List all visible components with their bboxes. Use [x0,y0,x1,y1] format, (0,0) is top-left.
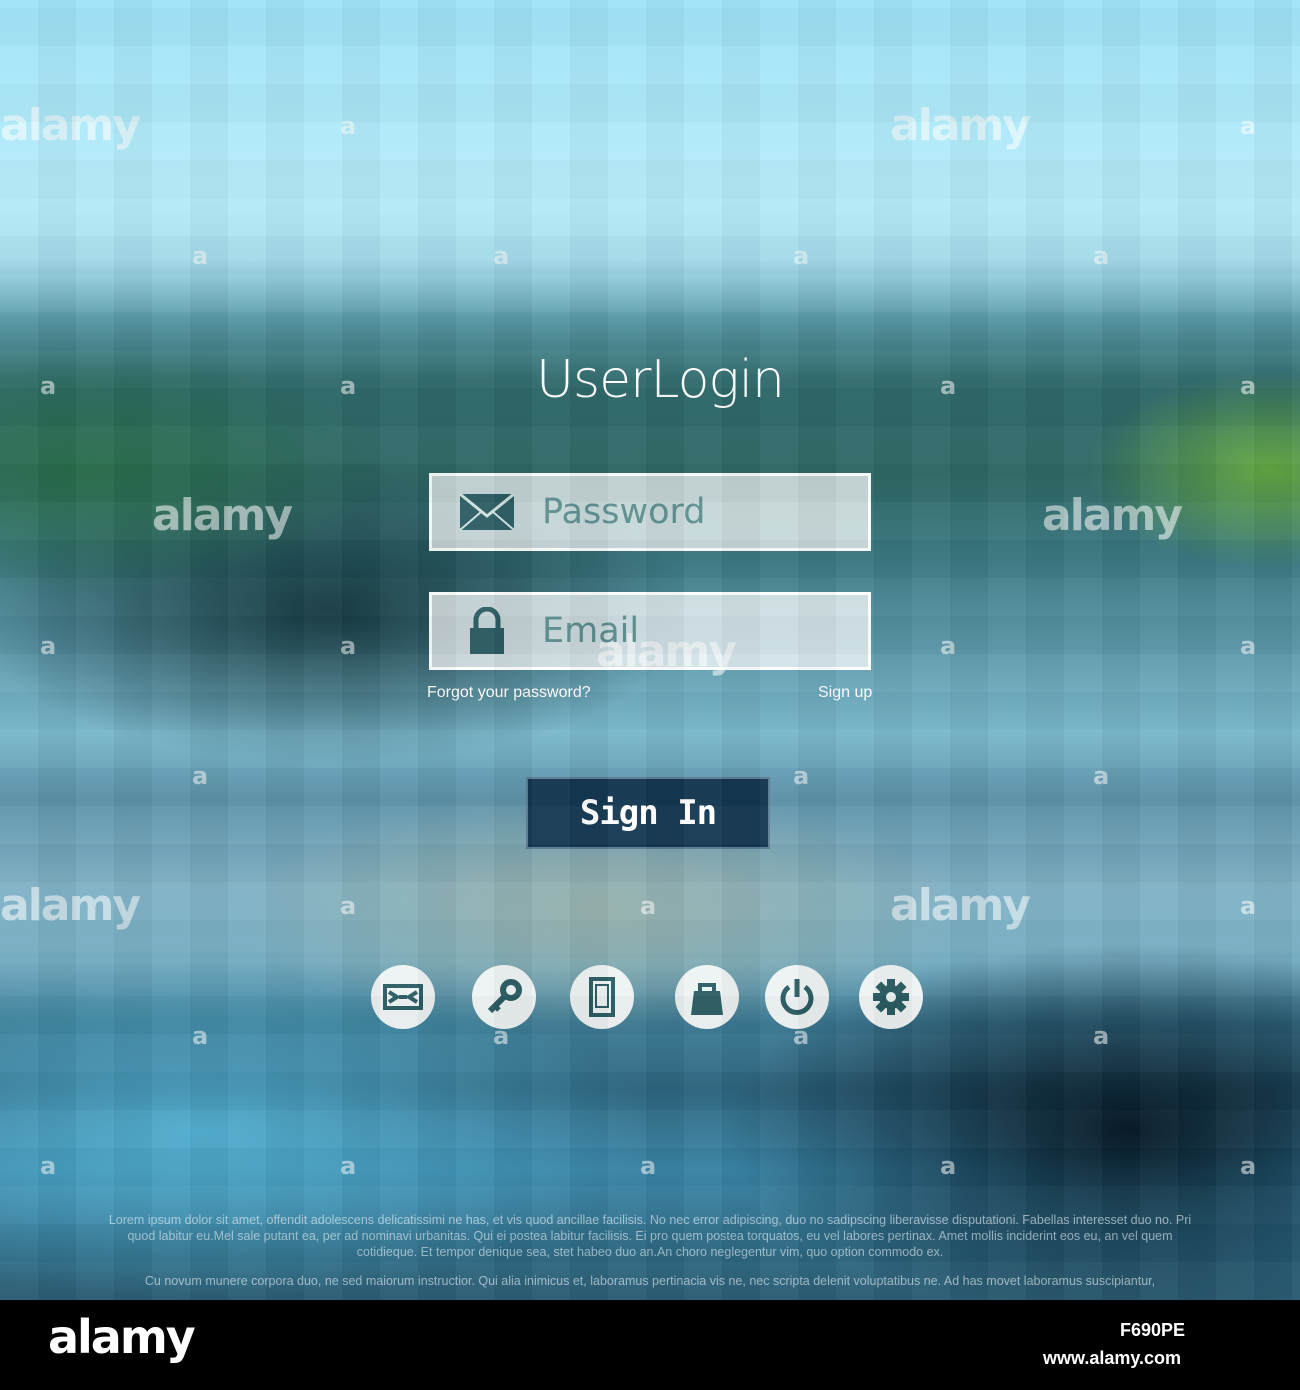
watermark-letter: a [1240,112,1257,140]
lock-icon [432,595,542,667]
watermark-letter: a [40,1152,57,1180]
watermark-letter: a [940,372,957,400]
sign-up-link[interactable]: Sign up [818,684,872,702]
footer-logo: alamy [48,1310,196,1364]
watermark-letter: a [40,372,57,400]
watermark-letter: a [493,242,510,270]
watermark-letter: a [340,372,357,400]
watermark-letter: a [192,1022,209,1050]
mail-icon [383,984,423,1010]
gear-icon [873,979,909,1015]
watermark-letter: a [1093,762,1110,790]
mail-icon-button[interactable] [371,965,435,1029]
watermark-letter: a [1240,372,1257,400]
watermark-logo: alamy [1042,490,1183,541]
watermark-letter: a [192,242,209,270]
forgot-password-link[interactable]: Forgot your password? [427,684,591,702]
watermark-letter: a [340,1152,357,1180]
watermark-letter: a [1240,1152,1257,1180]
watermark-letter: a [940,632,957,660]
watermark-letter: a [1240,892,1257,920]
watermark-logo: alamy [890,880,1031,931]
shopping-bag-icon-button[interactable] [675,965,739,1029]
key-icon-button[interactable] [472,965,536,1029]
watermark-letter: a [640,892,657,920]
smartphone-icon-button[interactable] [570,965,634,1029]
footer-image-id: F690PE [1120,1320,1186,1340]
watermark-logo: alamy [152,490,293,541]
watermark-logo: alamy [0,100,141,151]
watermark-letter: a [40,632,57,660]
power-icon-button[interactable] [765,965,829,1029]
watermark-letter: a [340,632,357,660]
shopping-bag-icon [691,983,723,1015]
watermark-letter: a [1093,1022,1110,1050]
footer-url: www.alamy.com [1043,1348,1182,1368]
watermark-letter: a [640,1152,657,1180]
footer-bar: alamy F690PE www.alamy.com [0,1300,1300,1390]
power-icon [780,979,814,1015]
watermark-letter: a [793,762,810,790]
envelope-icon [432,476,542,548]
watermark-logo: alamy [0,880,141,931]
password-field[interactable]: Password [429,473,871,551]
watermark-letter: a [340,892,357,920]
watermark-letter: a [192,762,209,790]
watermark-letter: a [793,242,810,270]
key-icon [487,979,522,1014]
lorem-line: Cu novum munere corpora duo, ne sed maio… [144,1274,1156,1288]
blurred-background: alamy alamy alamy alamy alamy alamy alam… [0,0,1300,1300]
watermark-logo: alamy [890,100,1031,151]
sign-in-button[interactable]: Sign In [526,777,770,849]
login-title: UserLogin [535,350,785,410]
smartphone-icon [589,977,615,1017]
watermark-letter: a [940,1152,957,1180]
email-field-value: Email [542,611,640,651]
watermark-letter: a [340,112,357,140]
lorem-paragraph: Lorem ipsum dolor sit amet, offendit ado… [108,1213,1192,1259]
watermark-letter: a [1240,632,1257,660]
email-field[interactable]: Email [429,592,871,670]
password-field-value: Password [542,492,706,532]
watermark-letter: a [1093,242,1110,270]
gear-icon-button[interactable] [859,965,923,1029]
